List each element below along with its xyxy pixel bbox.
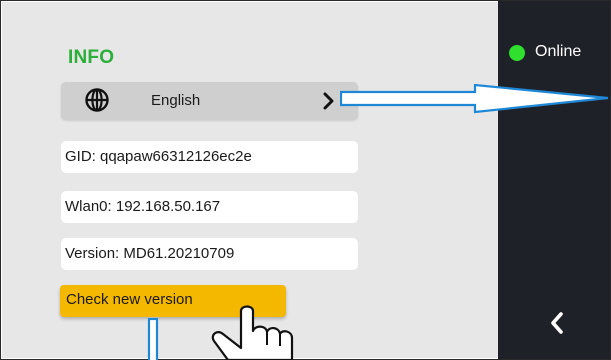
callout-arrow-right — [340, 84, 609, 114]
online-status-dot — [509, 45, 525, 61]
language-label: English — [151, 92, 201, 109]
info-title: INFO — [68, 47, 115, 68]
gid-field: GID: qqapaw66312126ec2e — [61, 141, 358, 173]
language-selector[interactable]: English — [61, 82, 358, 120]
version-text: Version: MD61.20210709 — [65, 245, 235, 262]
chevron-right-icon — [323, 92, 334, 110]
pointing-hand-icon — [211, 305, 294, 360]
chevron-left-icon[interactable] — [548, 310, 566, 336]
version-field: Version: MD61.20210709 — [61, 238, 358, 270]
wlan-field: Wlan0: 192.168.50.167 — [61, 191, 358, 223]
wlan-text: Wlan0: 192.168.50.167 — [65, 198, 221, 215]
online-status-label: Online — [535, 43, 582, 60]
callout-arrow-down — [147, 318, 159, 360]
gid-text: GID: qqapaw66312126ec2e — [65, 148, 252, 165]
globe-icon — [85, 88, 109, 112]
